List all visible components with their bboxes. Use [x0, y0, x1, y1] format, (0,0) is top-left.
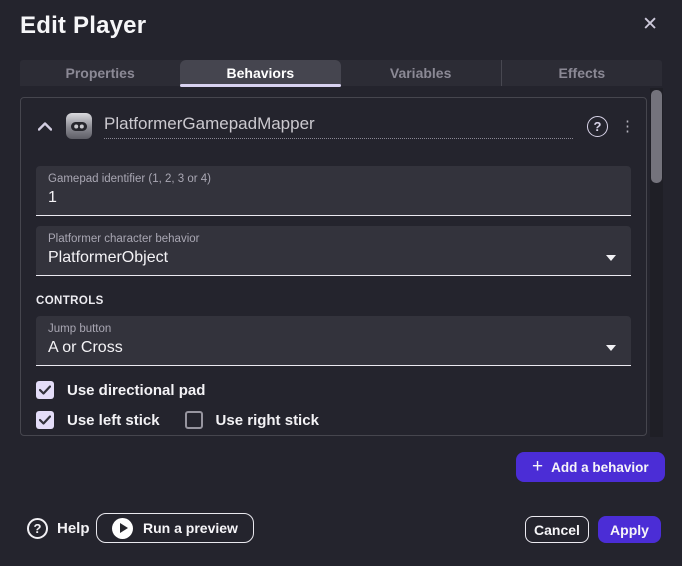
cancel-button[interactable]: Cancel: [525, 516, 589, 543]
chevron-down-icon: [606, 345, 616, 351]
chevron-down-icon: [606, 255, 616, 261]
tab-behaviors[interactable]: Behaviors: [180, 60, 340, 86]
behavior-help-icon[interactable]: ?: [587, 116, 608, 137]
scrollbar-track[interactable]: [650, 88, 663, 437]
use-right-stick-checkbox[interactable]: [185, 411, 203, 429]
gamepad-identifier-field[interactable]: Gamepad identifier (1, 2, 3 or 4) 1: [36, 166, 631, 216]
tab-variables[interactable]: Variables: [341, 60, 501, 86]
gamepad-identifier-value: 1: [48, 189, 619, 207]
add-behavior-label: Add a behavior: [551, 460, 649, 475]
add-behavior-button[interactable]: + Add a behavior: [516, 452, 665, 482]
scrollbar-thumb[interactable]: [651, 90, 662, 183]
close-icon[interactable]: ✕: [642, 15, 658, 34]
use-directional-pad-checkbox[interactable]: [36, 381, 54, 399]
run-preview-button[interactable]: Run a preview: [96, 513, 254, 543]
behavior-card-header: PlatformerGamepadMapper ? ⋮: [21, 98, 646, 139]
behavior-name-input[interactable]: PlatformerGamepadMapper: [104, 114, 573, 139]
gamepad-identifier-label: Gamepad identifier (1, 2, 3 or 4): [48, 173, 619, 185]
tab-effects[interactable]: Effects: [501, 60, 662, 86]
help-button[interactable]: ? Help: [27, 518, 90, 539]
behavior-card-body: Gamepad identifier (1, 2, 3 or 4) 1 Plat…: [21, 166, 646, 429]
directional-pad-row: Use directional pad: [36, 381, 631, 399]
help-icon: ?: [27, 518, 48, 539]
behavior-card: PlatformerGamepadMapper ? ⋮ Gamepad iden…: [20, 97, 647, 436]
tab-bar: Properties Behaviors Variables Effects: [20, 60, 662, 86]
character-behavior-value: PlatformerObject: [48, 249, 619, 267]
character-behavior-select[interactable]: Platformer character behavior Platformer…: [36, 226, 631, 276]
use-left-stick-label: Use left stick: [67, 412, 160, 429]
use-directional-pad-label: Use directional pad: [67, 382, 205, 399]
collapse-chevron-icon[interactable]: [36, 118, 54, 134]
use-right-stick-label: Use right stick: [216, 412, 319, 429]
jump-button-label: Jump button: [48, 323, 619, 335]
character-behavior-label: Platformer character behavior: [48, 233, 619, 245]
controls-section-heading: CONTROLS: [36, 295, 631, 307]
play-icon: [112, 518, 133, 539]
help-label: Help: [57, 520, 90, 537]
apply-button[interactable]: Apply: [598, 516, 661, 543]
tab-properties[interactable]: Properties: [20, 60, 180, 86]
jump-button-select[interactable]: Jump button A or Cross: [36, 316, 631, 366]
gamepad-icon: [66, 113, 92, 139]
use-left-stick-checkbox[interactable]: [36, 411, 54, 429]
page-title: Edit Player: [20, 12, 146, 40]
behavior-menu-icon[interactable]: ⋮: [620, 119, 634, 134]
plus-icon: +: [532, 457, 543, 476]
sticks-row: Use left stick Use right stick: [36, 411, 631, 429]
jump-button-value: A or Cross: [48, 339, 619, 357]
run-preview-label: Run a preview: [143, 520, 238, 536]
